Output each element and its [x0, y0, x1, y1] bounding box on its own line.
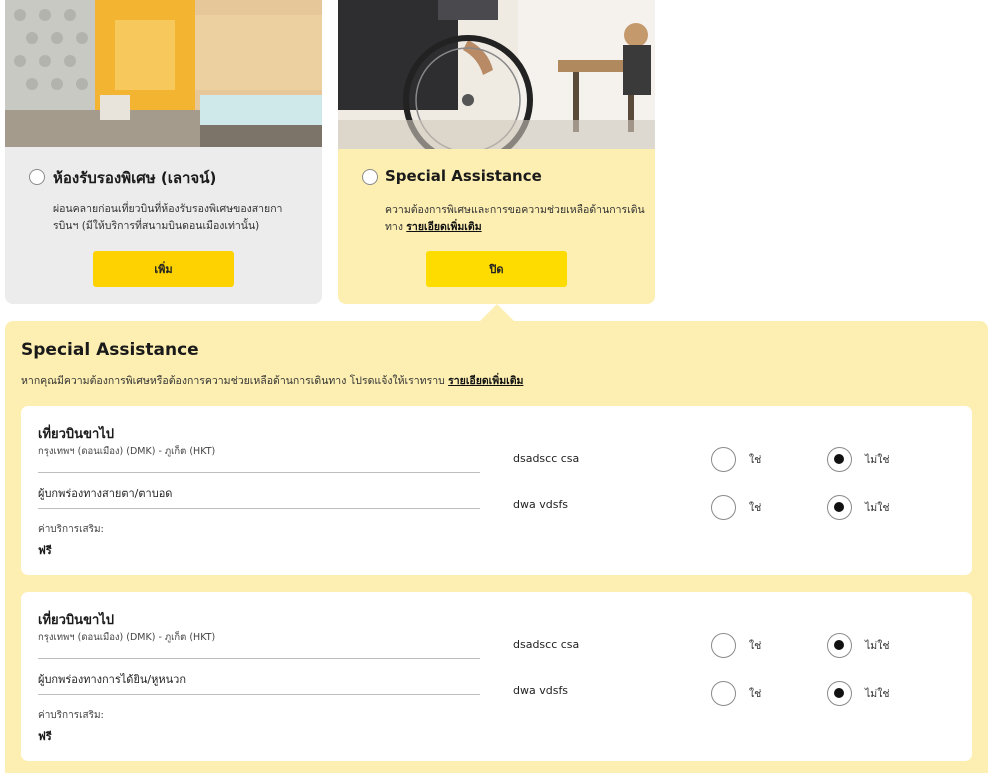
radio-no-selected[interactable] [827, 680, 852, 706]
panel-more-link[interactable]: รายเอียดเพิ่มเติม [448, 375, 523, 387]
flight-title: เที่ยวบินขาไป [38, 613, 115, 628]
lounge-card: ห้องรับรองพิเศษ (เลาจน์) ผ่อนคลายก่อนเที… [5, 0, 322, 304]
yes-option[interactable]: ใช่ [711, 680, 761, 706]
add-lounge-button[interactable]: เพิ่ม [93, 251, 234, 287]
fee-value: ฟรี [38, 730, 52, 743]
service-name: ผู้บกพร่องทางการได้ยิน/หูหนวก [38, 673, 186, 686]
no-option[interactable]: ไม่ใช่ [827, 680, 889, 706]
fee-label: ค่าบริการเสริม: [38, 524, 104, 535]
lounge-radio[interactable] [29, 169, 45, 185]
assistance-image [338, 0, 655, 149]
lounge-description: ผ่อนคลายก่อนเที่ยวบินที่ห้องรับรองพิเศษข… [53, 203, 283, 232]
assistance-panel: Special Assistance หากคุณมีความต้องการพิ… [5, 321, 988, 773]
flight-title: เที่ยวบินขาไป [38, 427, 115, 442]
fee-label: ค่าบริการเสริม: [38, 710, 104, 721]
yes-option[interactable]: ใช่ [711, 632, 761, 658]
passenger-name: dsadscc csa [513, 452, 580, 465]
lounge-title: ห้องรับรองพิเศษ (เลาจน์) [53, 169, 217, 187]
panel-title: Special Assistance [21, 340, 199, 360]
assistance-radio[interactable] [362, 169, 378, 185]
panel-pointer [480, 304, 514, 321]
assistance-more-link[interactable]: รายเอียดเพิ่มเติม [406, 221, 481, 233]
fee-value: ฟรี [38, 544, 52, 557]
radio-yes[interactable] [711, 446, 736, 472]
divider [38, 508, 480, 509]
flight-card: เที่ยวบินขาไป กรุงเทพฯ (ดอนเมือง) (DMK) … [21, 592, 972, 761]
yes-label: ใช่ [749, 453, 762, 466]
no-option[interactable]: ไม่ใช่ [827, 446, 889, 472]
passenger-name: dsadscc csa [513, 638, 580, 651]
assistance-card: Special Assistance ความต้องการพิเศษและกา… [338, 0, 655, 304]
radio-yes[interactable] [711, 632, 736, 658]
lounge-image [5, 0, 322, 147]
close-assistance-button[interactable]: ปิด [426, 251, 567, 287]
no-option[interactable]: ไม่ใช่ [827, 494, 889, 520]
radio-yes[interactable] [711, 494, 736, 520]
flight-card: เที่ยวบินขาไป กรุงเทพฯ (ดอนเมือง) (DMK) … [21, 406, 972, 575]
panel-description: หากคุณมีความต้องการพิเศษหรือต้องการความช… [21, 372, 523, 389]
radio-no-selected[interactable] [827, 494, 852, 520]
yes-label: ใช่ [749, 501, 762, 514]
no-label: ไม่ใช่ [865, 501, 890, 514]
no-label: ไม่ใช่ [865, 639, 890, 652]
assistance-description: ความต้องการพิเศษและการขอความช่วยเหลือด้า… [385, 202, 645, 236]
no-label: ไม่ใช่ [865, 687, 890, 700]
yes-option[interactable]: ใช่ [711, 446, 761, 472]
service-name: ผู้บกพร่องทางสายตา/ตาบอด [38, 487, 173, 500]
assistance-title: Special Assistance [385, 167, 542, 185]
radio-no-selected[interactable] [827, 446, 852, 472]
divider [38, 472, 480, 473]
radio-no-selected[interactable] [827, 632, 852, 658]
yes-label: ใช่ [749, 639, 762, 652]
flight-route: กรุงเทพฯ (ดอนเมือง) (DMK) - ภูเก็ต (HKT) [38, 632, 216, 643]
no-option[interactable]: ไม่ใช่ [827, 632, 889, 658]
panel-description-text: หากคุณมีความต้องการพิเศษหรือต้องการความช… [21, 375, 445, 387]
no-label: ไม่ใช่ [865, 453, 890, 466]
passenger-name: dwa vdsfs [513, 684, 569, 697]
passenger-name: dwa vdsfs [513, 498, 569, 511]
radio-yes[interactable] [711, 680, 736, 706]
yes-label: ใช่ [749, 687, 762, 700]
flight-route: กรุงเทพฯ (ดอนเมือง) (DMK) - ภูเก็ต (HKT) [38, 446, 216, 457]
divider [38, 694, 480, 695]
divider [38, 658, 480, 659]
yes-option[interactable]: ใช่ [711, 494, 761, 520]
